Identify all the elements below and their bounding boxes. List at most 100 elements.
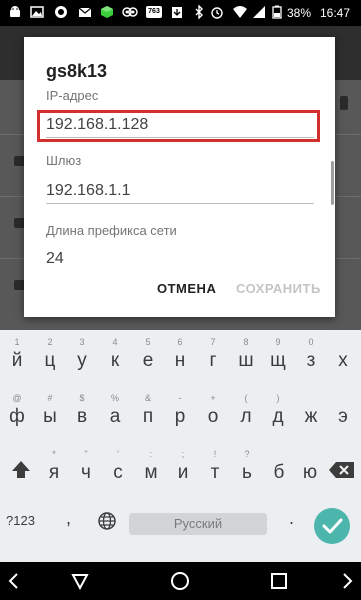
key-label: ы: [43, 406, 57, 427]
chat-icon: [54, 5, 68, 19]
back-button[interactable]: [69, 570, 91, 592]
key-hint: (: [244, 393, 248, 403]
key-label: я: [48, 462, 60, 483]
key-label: л: [240, 406, 252, 427]
key-б[interactable]: б: [265, 444, 293, 494]
symbols-key[interactable]: ?123: [6, 513, 35, 528]
ip-address-input[interactable]: 192.168.1.128: [46, 112, 314, 138]
key-hint: 1: [14, 337, 20, 347]
key-label: ю: [302, 462, 318, 483]
key-п[interactable]: & п: [134, 388, 162, 438]
gateway-label: Шлюз: [46, 153, 82, 168]
chevron-left-icon: [8, 573, 18, 589]
keyboard-right-button[interactable]: [336, 570, 358, 592]
key-х[interactable]: х: [329, 332, 357, 382]
space-key[interactable]: Русский: [129, 513, 267, 535]
recents-button[interactable]: [268, 570, 290, 592]
key-к[interactable]: 4к: [101, 332, 129, 382]
key-hint: 2: [47, 337, 53, 347]
key-label: ф: [9, 406, 25, 427]
key-ы[interactable]: # ы: [36, 388, 64, 438]
chevron-right-icon: [343, 573, 353, 589]
status-bar: 763 38% 16:47: [0, 0, 361, 26]
key-hint: :: [149, 449, 153, 459]
home-button[interactable]: [169, 570, 191, 592]
key-label: ш: [238, 350, 254, 371]
key-label: п: [142, 406, 154, 427]
key-hint: ;: [181, 449, 185, 459]
cancel-button[interactable]: ОТМЕНА: [157, 281, 216, 296]
key-label: и: [177, 462, 189, 483]
key-ц[interactable]: 2ц: [36, 332, 64, 382]
key-р[interactable]: -р: [166, 388, 194, 438]
key-hint: 3: [79, 337, 85, 347]
key-hint: +: [210, 393, 216, 403]
prefix-length-label: Длина префикса сети: [46, 223, 177, 238]
key-в[interactable]: $ в: [68, 388, 96, 438]
keyboard-left-button[interactable]: [3, 570, 25, 592]
dialog-scrollbar[interactable]: [331, 161, 334, 205]
language-key[interactable]: [96, 510, 118, 532]
save-button[interactable]: СОХРАНИТЬ: [236, 281, 321, 296]
key-я[interactable]: * я: [40, 444, 68, 494]
key-э[interactable]: э: [329, 388, 357, 438]
ip-address-label: IP-адрес: [46, 88, 99, 103]
key-г[interactable]: 7г: [199, 332, 227, 382]
keyboard: 1й 2ц 3у 4к 5е 6н 7г 8ш 9щ 0з х @ ф # ы $ в…: [0, 330, 361, 562]
key-hint: @: [12, 393, 22, 403]
globe-icon: [98, 512, 116, 530]
key-hint: 9: [275, 337, 281, 347]
gateway-input[interactable]: 192.168.1.1: [46, 178, 314, 204]
back-triangle-icon: [71, 574, 89, 591]
key-hint: %: [110, 393, 119, 403]
period-key[interactable]: .: [289, 508, 294, 529]
image-icon: [30, 5, 44, 19]
shift-key[interactable]: [5, 450, 37, 490]
key-label: в: [76, 406, 88, 427]
notification-badge-icon: 763: [146, 5, 162, 19]
key-label: ь: [242, 462, 252, 483]
key-label: р: [174, 406, 186, 427]
key-label: б: [273, 462, 285, 483]
key-hint: ': [117, 449, 119, 459]
key-з[interactable]: 0з: [297, 332, 325, 382]
dialog-title: gs8k13: [46, 61, 108, 81]
background-overflow-icon: [340, 96, 348, 110]
key-label: ч: [81, 462, 91, 483]
key-л[interactable]: (л: [232, 388, 260, 438]
key-label: н: [174, 350, 186, 371]
key-ж[interactable]: ж: [297, 388, 325, 438]
key-щ[interactable]: 9щ: [264, 332, 292, 382]
key-ш[interactable]: 8ш: [232, 332, 260, 382]
android-icon: [8, 5, 22, 19]
key-е[interactable]: 5е: [134, 332, 162, 382]
key-hint: 4: [112, 337, 118, 347]
key-а[interactable]: % а: [101, 388, 129, 438]
key-с[interactable]: ' с: [104, 444, 132, 494]
owl-icon: [122, 5, 138, 19]
backspace-key[interactable]: [326, 450, 358, 490]
key-hint: *: [52, 449, 56, 459]
key-label: з: [306, 350, 316, 371]
key-ч[interactable]: " ч: [72, 444, 100, 494]
key-label: д: [272, 406, 284, 427]
key-и[interactable]: ; и: [169, 444, 197, 494]
comma-key[interactable]: ,: [66, 508, 71, 529]
key-т[interactable]: ! т: [201, 444, 229, 494]
key-label: к: [110, 350, 120, 371]
prefix-length-input[interactable]: 24: [46, 246, 314, 272]
done-key[interactable]: [314, 508, 350, 544]
key-hint: -: [178, 393, 182, 403]
key-ю[interactable]: ю: [296, 444, 324, 494]
home-circle-icon: [171, 572, 189, 590]
key-н[interactable]: 6н: [166, 332, 194, 382]
key-м[interactable]: :м: [137, 444, 165, 494]
key-ь[interactable]: ? ь: [233, 444, 261, 494]
key-ф[interactable]: @ ф: [3, 388, 31, 438]
backspace-icon: [329, 462, 354, 478]
key-д[interactable]: ) д: [264, 388, 292, 438]
key-hint: 8: [243, 337, 249, 347]
key-й[interactable]: 1й: [3, 332, 31, 382]
key-у[interactable]: 3у: [68, 332, 96, 382]
key-о[interactable]: + о: [199, 388, 227, 438]
